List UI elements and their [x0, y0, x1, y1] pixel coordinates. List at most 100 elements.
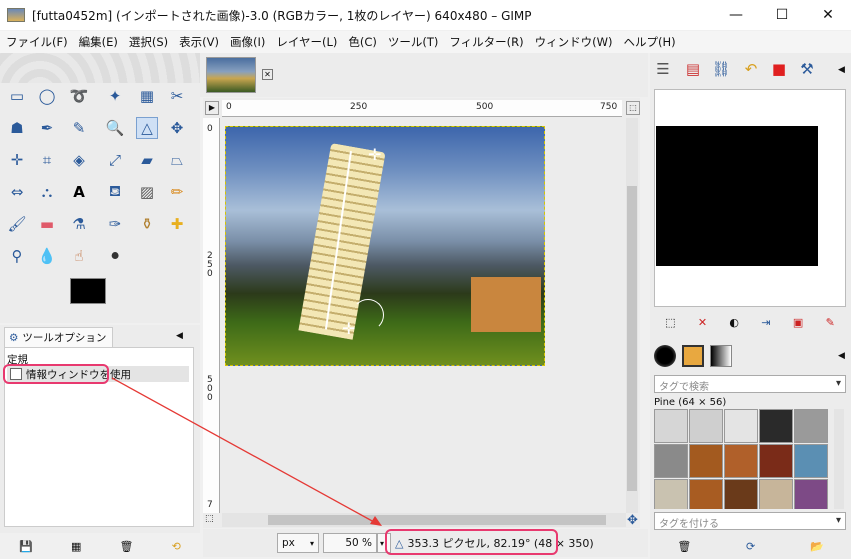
- import-icon[interactable]: ⇥: [761, 316, 770, 329]
- edit-icon[interactable]: ✎: [826, 316, 835, 329]
- zoom-icon[interactable]: 🔍: [104, 117, 126, 139]
- restore-options-icon[interactable]: ▦: [71, 540, 81, 553]
- bucket-fill-icon[interactable]: ⛾: [104, 181, 126, 203]
- menu-item[interactable]: 選択(S): [129, 34, 168, 50]
- text-tool-icon[interactable]: A: [68, 181, 90, 203]
- pattern-scrollbar[interactable]: [834, 409, 844, 509]
- tab-paths-icon[interactable]: ⛓: [710, 58, 732, 80]
- unit-select[interactable]: px ▾: [277, 533, 319, 553]
- stroke-icon[interactable]: ▣: [793, 316, 803, 329]
- clear-icon[interactable]: ✕: [698, 316, 707, 329]
- horizontal-scrollbar[interactable]: [222, 513, 626, 527]
- scissors-icon[interactable]: ✂: [166, 85, 188, 107]
- image-tab-thumbnail[interactable]: [206, 57, 256, 93]
- pencil-icon[interactable]: ✏: [166, 181, 188, 203]
- measure-icon[interactable]: △: [136, 117, 158, 139]
- pattern-swatch[interactable]: [759, 409, 793, 443]
- vertical-scrollbar[interactable]: [626, 118, 638, 513]
- airbrush-icon[interactable]: ⚗: [68, 213, 90, 235]
- foreground-select-icon[interactable]: ☗: [6, 117, 28, 139]
- delete-pattern-icon[interactable]: 🗑: [677, 540, 691, 553]
- vertical-ruler[interactable]: 0 250 500 7: [203, 118, 220, 513]
- chevron-down-icon[interactable]: ▾: [836, 515, 841, 526]
- cage-transform-icon[interactable]: ⛬: [36, 181, 58, 203]
- pattern-swatch[interactable]: [689, 479, 723, 509]
- minimize-button[interactable]: —: [713, 0, 759, 30]
- menu-item[interactable]: レイヤー(L): [276, 34, 337, 50]
- chevron-down-icon[interactable]: ▾: [836, 378, 841, 389]
- paths-icon[interactable]: ✒: [36, 117, 58, 139]
- tab-patterns-preview[interactable]: [682, 345, 704, 367]
- menu-item[interactable]: 編集(E): [79, 34, 118, 50]
- pattern-swatch[interactable]: [794, 409, 828, 443]
- horizontal-scroll-thumb[interactable]: [268, 515, 606, 525]
- pattern-swatch[interactable]: [654, 479, 688, 509]
- image-canvas[interactable]: ✛ ✛: [225, 126, 545, 366]
- dock-menu-icon[interactable]: ◀: [838, 65, 845, 75]
- tab-colors-icon[interactable]: ■: [768, 58, 790, 80]
- ink-icon[interactable]: ✑: [104, 213, 126, 235]
- menu-item[interactable]: ツール(T): [388, 34, 439, 50]
- selection-icon[interactable]: ⬚: [665, 316, 675, 329]
- dodge-burn-icon[interactable]: ⚫: [104, 245, 126, 267]
- perspective-icon[interactable]: ⏢: [166, 149, 188, 171]
- tag-search-input[interactable]: タグで検索 ▾: [654, 375, 846, 393]
- delete-options-icon[interactable]: 🗑: [120, 540, 134, 553]
- panel-menu-icon[interactable]: ◀: [176, 331, 183, 341]
- tab-channels-icon[interactable]: ▤: [682, 58, 704, 80]
- navigate-icon[interactable]: ✥: [627, 513, 638, 528]
- foreground-color-swatch[interactable]: [70, 278, 106, 304]
- maximize-button[interactable]: ☐: [759, 0, 805, 30]
- flip-icon[interactable]: ⇔: [6, 181, 28, 203]
- clone-icon[interactable]: ⚱: [136, 213, 158, 235]
- shear-icon[interactable]: ▰: [136, 149, 158, 171]
- menu-item[interactable]: ファイル(F): [6, 34, 68, 50]
- tab-tool-options[interactable]: ⚙ ツールオプション: [4, 327, 114, 347]
- vertical-scroll-thumb[interactable]: [627, 186, 637, 491]
- horizontal-ruler[interactable]: 0 250 500 750: [222, 100, 622, 117]
- color-picker-icon[interactable]: ✎: [68, 117, 90, 139]
- pattern-swatch[interactable]: [689, 409, 723, 443]
- ruler-menu-icon[interactable]: ▶: [205, 101, 219, 115]
- menu-item[interactable]: 画像(I): [230, 34, 265, 50]
- menu-item[interactable]: 色(C): [348, 34, 377, 50]
- fuzzy-select-icon[interactable]: ✦: [104, 85, 126, 107]
- tab-gradients-preview[interactable]: [710, 345, 732, 367]
- refresh-patterns-icon[interactable]: ⟳: [746, 540, 755, 553]
- invert-icon[interactable]: ◐: [729, 316, 739, 329]
- select-by-color-icon[interactable]: ▦: [136, 85, 158, 107]
- unified-transform-icon[interactable]: ◈: [68, 149, 90, 171]
- menu-item[interactable]: ヘルプ(H): [623, 34, 675, 50]
- tab-brushes-icon[interactable]: ⚒: [796, 58, 818, 80]
- blur-icon[interactable]: 💧: [36, 245, 58, 267]
- free-select-icon[interactable]: ➰: [68, 85, 90, 107]
- perspective-clone-icon[interactable]: ⚲: [6, 245, 28, 267]
- save-options-icon[interactable]: 💾: [19, 540, 33, 553]
- reset-options-icon[interactable]: ⟲: [172, 540, 181, 553]
- layer-thumbnail[interactable]: [656, 126, 818, 266]
- heal-icon[interactable]: ✚: [166, 213, 188, 235]
- smudge-icon[interactable]: ☝: [68, 245, 90, 267]
- open-folder-icon[interactable]: 📂: [810, 540, 824, 553]
- pattern-swatch[interactable]: [724, 444, 758, 478]
- menu-item[interactable]: ウィンドウ(W): [535, 34, 613, 50]
- crop-icon[interactable]: ⌗: [36, 149, 58, 171]
- pattern-swatch[interactable]: [759, 444, 793, 478]
- tag-assign-input[interactable]: タグを付ける ▾: [654, 512, 846, 530]
- zoom-lock-icon[interactable]: ⬚: [626, 101, 640, 115]
- pattern-swatch[interactable]: [654, 444, 688, 478]
- close-tab-icon[interactable]: ✕: [262, 69, 273, 80]
- pattern-swatch[interactable]: [654, 409, 688, 443]
- pattern-swatch[interactable]: [794, 444, 828, 478]
- close-button[interactable]: ✕: [805, 0, 851, 30]
- zoom-select[interactable]: 50 %: [323, 533, 377, 553]
- pattern-swatch[interactable]: [759, 479, 793, 509]
- gradient-icon[interactable]: ▨: [136, 181, 158, 203]
- quick-mask-icon[interactable]: ⬚: [205, 514, 219, 528]
- eraser-icon[interactable]: ▬: [36, 213, 58, 235]
- paintbrush-icon[interactable]: 🖌: [6, 213, 28, 235]
- menu-item[interactable]: 表示(V): [179, 34, 219, 50]
- rect-select-icon[interactable]: ▭: [6, 85, 28, 107]
- patterns-menu-icon[interactable]: ◀: [838, 351, 845, 361]
- pattern-swatch[interactable]: [794, 479, 828, 509]
